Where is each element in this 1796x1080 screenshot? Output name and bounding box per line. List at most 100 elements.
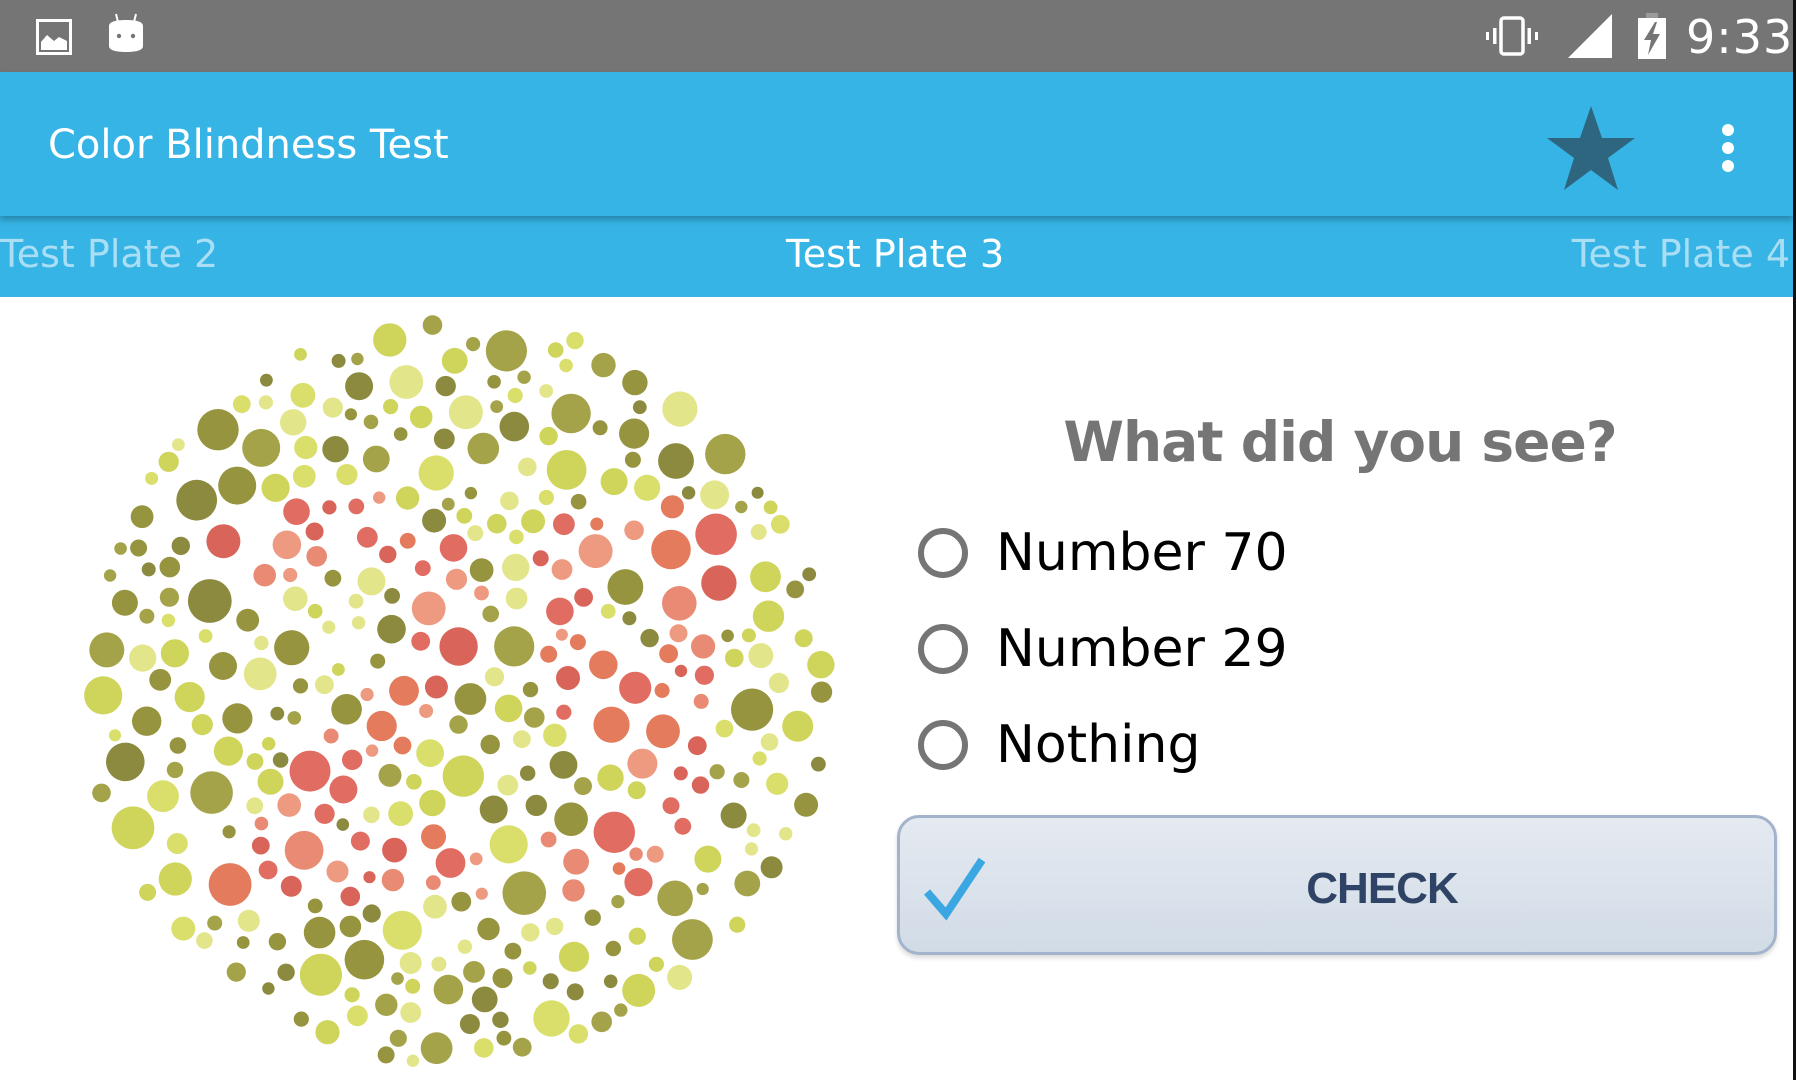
plate-dot xyxy=(469,558,494,582)
plate-dot xyxy=(370,653,386,669)
radio-button[interactable] xyxy=(918,720,968,770)
plate-dot xyxy=(584,909,601,926)
plate-dot xyxy=(611,895,625,909)
option-number-70[interactable]: Number 70 xyxy=(918,518,1288,588)
plate-dot xyxy=(283,498,310,525)
plate-dot xyxy=(159,556,181,578)
tab-current-plate[interactable]: Test Plate 3 xyxy=(786,232,1004,276)
plate-dot xyxy=(439,534,468,562)
plate-dot xyxy=(592,420,608,436)
plate-dot xyxy=(628,927,646,945)
plate-dot xyxy=(111,806,155,850)
plate-dot xyxy=(607,569,644,605)
plate-dot xyxy=(322,500,337,515)
radio-button[interactable] xyxy=(918,528,968,578)
plate-dot xyxy=(489,825,528,864)
plate-dot xyxy=(752,751,767,766)
plate-dot xyxy=(456,507,473,524)
tab-next-plate[interactable]: Test Plate 4 xyxy=(1572,232,1790,276)
plate-dot xyxy=(705,433,746,475)
plate-dot xyxy=(439,627,478,666)
plate-dot xyxy=(331,353,346,368)
plate-dot xyxy=(734,870,761,897)
plate-dot xyxy=(659,644,678,664)
plate-dot xyxy=(593,811,635,853)
plate-dot xyxy=(744,842,759,856)
plate-dot xyxy=(222,825,236,839)
plate-dot xyxy=(782,710,814,742)
plate-dot xyxy=(693,693,709,709)
plate-dot xyxy=(566,331,584,350)
plate-dot xyxy=(751,486,764,499)
plate-dot xyxy=(345,372,374,401)
plate-dot xyxy=(253,563,276,587)
plate-dot xyxy=(262,982,275,995)
plate-dot xyxy=(283,586,308,611)
plate-dot xyxy=(691,634,716,659)
plate-dot xyxy=(209,652,237,680)
plate-dot xyxy=(687,736,707,756)
plate-dot xyxy=(674,664,688,678)
plate-dot xyxy=(700,480,730,510)
plate-dot xyxy=(512,1037,532,1057)
plate-dot xyxy=(570,493,587,510)
plate-dot xyxy=(257,768,284,795)
option-nothing[interactable]: Nothing xyxy=(918,710,1200,780)
plate-dot xyxy=(669,624,688,643)
plate-dot xyxy=(377,1046,395,1064)
plate-dot xyxy=(750,561,781,593)
plate-dot xyxy=(332,663,345,676)
plate-dot xyxy=(513,730,531,749)
plate-dot xyxy=(254,816,269,831)
plate-dot xyxy=(89,632,125,668)
plate-dot xyxy=(651,529,691,570)
plate-dot xyxy=(725,648,744,668)
plate-dot xyxy=(411,591,446,626)
plate-dot xyxy=(356,526,378,548)
check-button[interactable]: CHECK xyxy=(897,815,1777,955)
favorite-button[interactable] xyxy=(1543,100,1639,196)
plate-dot xyxy=(502,871,547,915)
plate-dot xyxy=(763,500,778,515)
plate-dot xyxy=(307,603,323,619)
plate-dot xyxy=(141,562,156,577)
clock-time: 9:33 xyxy=(1686,10,1794,64)
tab-previous-plate[interactable]: Test Plate 2 xyxy=(0,232,218,276)
plate-dot xyxy=(251,836,270,855)
plate-dot xyxy=(272,530,302,560)
plate-dot xyxy=(357,567,386,596)
plate-dot xyxy=(672,919,713,960)
plate-dot xyxy=(161,613,176,628)
plate-dot xyxy=(323,728,339,744)
plate-dot xyxy=(629,847,643,861)
plate-dot xyxy=(505,587,528,610)
option-number-29[interactable]: Number 29 xyxy=(918,614,1288,684)
plate-dot xyxy=(589,650,618,680)
plate-dot xyxy=(348,593,364,609)
plate-dot xyxy=(149,668,172,691)
plate-dot xyxy=(463,961,485,983)
plate-dot xyxy=(612,862,626,875)
plate-dot xyxy=(457,939,473,954)
plate-dot xyxy=(190,771,233,814)
plate-dot xyxy=(431,956,447,972)
plate-dot xyxy=(566,983,584,1001)
plate-dot xyxy=(399,952,422,974)
plate-dot xyxy=(243,657,277,691)
plate-dot xyxy=(632,400,647,415)
plate-dot xyxy=(294,435,318,460)
plate-dot xyxy=(103,569,117,582)
plate-dot xyxy=(591,1011,612,1033)
plate-dot xyxy=(640,628,659,648)
overflow-menu-button[interactable] xyxy=(1700,112,1756,184)
radio-button[interactable] xyxy=(918,624,968,674)
plate-dot xyxy=(597,764,624,791)
plate-dot xyxy=(464,486,478,500)
plate-dot xyxy=(441,347,468,374)
plate-dot xyxy=(591,352,616,378)
plate-dot xyxy=(261,473,290,502)
plate-dot xyxy=(627,781,646,800)
plate-dot xyxy=(695,513,737,556)
plate-dot xyxy=(290,382,316,408)
plate-dot xyxy=(475,887,488,900)
